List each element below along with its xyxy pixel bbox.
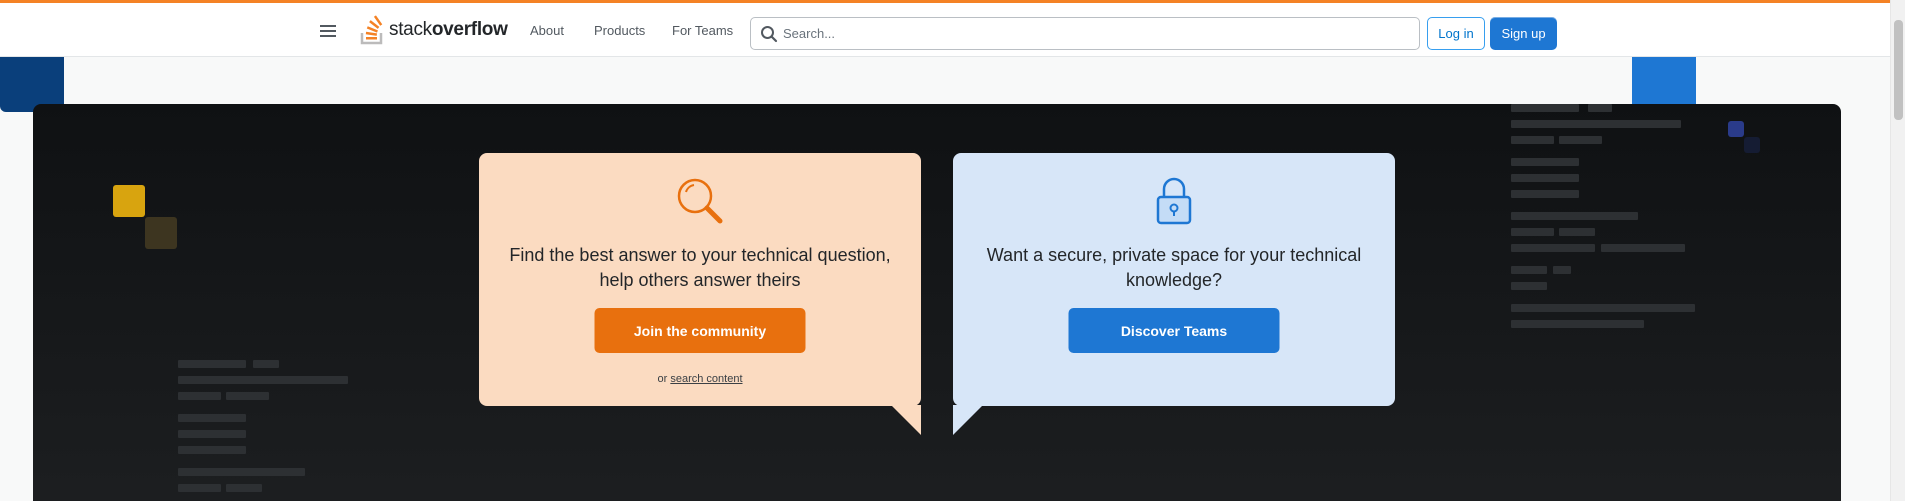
login-button[interactable]: Log in <box>1427 17 1485 50</box>
teams-card-text: Want a secure, private space for your te… <box>986 245 1362 290</box>
nav-products[interactable]: Products <box>594 23 645 38</box>
teams-card: Want a secure, private space for your te… <box>953 153 1395 406</box>
logo-wordmark: stackoverflow <box>389 19 508 40</box>
search-content-prefix: or <box>657 373 668 385</box>
magnifying-glass-icon <box>677 178 723 224</box>
padlock-icon <box>1156 177 1192 225</box>
hamburger-menu-icon[interactable] <box>318 23 338 39</box>
search-icon <box>761 26 778 43</box>
top-bar: stackoverflow About Products For Teams L… <box>0 0 1890 57</box>
stack-overflow-logo[interactable]: stackoverflow <box>360 13 508 47</box>
decorative-square <box>1728 121 1744 137</box>
teams-card-tail <box>953 405 983 435</box>
decorative-square-right <box>1632 57 1696 105</box>
search-input[interactable] <box>783 18 1403 49</box>
join-community-button[interactable]: Join the community <box>594 308 806 353</box>
community-card-tail <box>891 405 921 435</box>
page: stackoverflow About Products For Teams L… <box>0 0 1905 501</box>
search-content-line: or search content <box>479 373 921 385</box>
discover-teams-button[interactable]: Discover Teams <box>1068 308 1280 353</box>
community-card-text: Find the best answer to your technical q… <box>509 245 891 290</box>
scrollbar-thumb[interactable] <box>1894 20 1903 120</box>
decorative-square <box>1744 137 1760 153</box>
page-scrollbar[interactable] <box>1890 0 1905 501</box>
stack-overflow-logo-icon <box>360 15 383 45</box>
nav-for-teams[interactable]: For Teams <box>672 23 733 38</box>
search-box[interactable] <box>750 17 1420 50</box>
nav-about[interactable]: About <box>530 23 564 38</box>
hero-section: Find the best answer to your technical q… <box>33 104 1841 501</box>
decorative-square <box>145 217 177 249</box>
search-content-link[interactable]: search content <box>670 373 742 385</box>
signup-button[interactable]: Sign up <box>1490 17 1557 50</box>
community-card: Find the best answer to your technical q… <box>479 153 921 406</box>
decorative-square <box>113 185 145 217</box>
